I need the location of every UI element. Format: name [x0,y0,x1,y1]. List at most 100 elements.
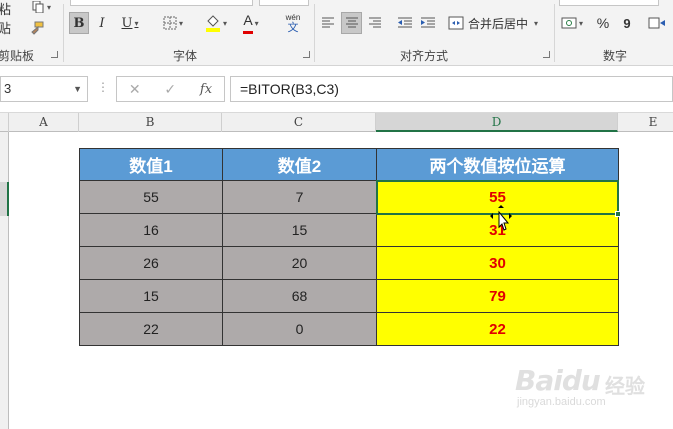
merge-center-button[interactable]: 合并后居中 ▾ [448,12,548,34]
cell-value1[interactable]: 22 [79,312,223,346]
formula-input[interactable]: =BITOR(B3,C3) [230,76,673,102]
group-divider [63,4,64,62]
cell-result[interactable]: 79 [376,279,619,313]
increase-decimal-icon [648,17,665,29]
decrease-indent-button[interactable] [395,12,415,34]
watermark-sub: 经验 [605,376,645,398]
copy-button[interactable]: ▾ [26,0,56,14]
name-box[interactable]: 3 ▼ [0,76,88,102]
clipboard-dialog-launcher-icon[interactable] [51,51,58,58]
clipboard-group-label: 剪贴板 [0,49,35,63]
cell-value2[interactable]: 0 [222,312,377,346]
cell-value1[interactable]: 15 [79,279,223,313]
bold-button[interactable]: B [69,12,89,34]
table-row: 22 0 22 [79,312,619,346]
copy-caret-icon: ▾ [46,2,51,12]
column-header-e[interactable]: E [618,113,673,132]
decrease-indent-icon [398,17,412,28]
accounting-caret-icon: ▾ [578,18,583,28]
cell-value1[interactable]: 26 [79,246,223,280]
format-painter-button[interactable] [26,20,48,38]
cell-result[interactable]: 22 [376,312,619,346]
underline-label: U [121,15,133,31]
comma-style-button[interactable]: 9 [620,12,634,34]
active-row-header[interactable] [0,182,9,216]
name-box-value: 3 [4,81,12,96]
borders-button[interactable]: ▾ [157,12,189,34]
formula-bar-buttons: ✕ ✓ fx [116,76,225,102]
fill-color-caret-icon: ▾ [222,18,227,28]
row-headers[interactable] [0,132,9,429]
group-divider [554,4,555,62]
align-right-icon [369,17,381,28]
comma-label: 9 [623,15,631,31]
formula-bar-splitter-icon[interactable]: ⋮ [97,80,109,94]
insert-function-icon[interactable]: fx [200,82,212,97]
number-format-select[interactable] [559,0,659,6]
number-group-label: 数字 [603,49,628,63]
alignment-group-label: 对齐方式 [400,49,449,63]
underline-caret-icon: ▾ [134,18,139,28]
data-table: 数值1 数值2 两个数值按位运算 55 7 55 16 15 31 26 20 … [79,148,619,346]
column-header-a[interactable]: A [9,113,79,132]
underline-button[interactable]: U ▾ [115,12,145,34]
move-cursor-icon [490,205,512,231]
borders-caret-icon: ▾ [178,18,183,28]
alignment-dialog-launcher-icon[interactable] [543,51,550,58]
font-name-select[interactable] [70,0,253,6]
increase-decimal-button[interactable] [644,12,670,34]
bold-label: B [73,15,85,31]
cell-result[interactable]: 30 [376,246,619,280]
cell-value2[interactable]: 7 [222,180,377,214]
paste-button[interactable]: 粘贴 [0,2,18,36]
header-value1[interactable]: 数值1 [79,148,223,181]
align-center-button[interactable] [341,12,362,34]
borders-icon [163,16,177,30]
column-header-c[interactable]: C [222,113,376,132]
font-color-icon: A [243,13,253,34]
font-dialog-launcher-icon[interactable] [303,51,310,58]
select-all-corner[interactable] [0,113,9,132]
table-header-row: 数值1 数值2 两个数值按位运算 [79,148,619,181]
percent-style-button[interactable]: % [594,12,612,34]
column-header-d[interactable]: D [376,113,618,132]
increase-indent-button[interactable] [418,12,438,34]
cell-value1[interactable]: 16 [79,213,223,247]
enter-check-icon[interactable]: ✓ [164,81,176,98]
column-header-b[interactable]: B [79,113,222,132]
cancel-icon[interactable]: ✕ [129,81,141,98]
table-row: 16 15 31 [79,213,619,247]
format-painter-icon [31,21,44,35]
merge-cells-icon [448,16,464,30]
watermark-brand: Baidu [515,364,601,397]
phonetic-guide-button[interactable]: wén 文 [277,12,309,34]
accounting-format-button[interactable]: ▾ [558,12,586,34]
italic-label: I [99,15,105,31]
align-right-button[interactable] [365,12,385,34]
font-size-select[interactable] [259,0,309,6]
align-center-icon [345,17,358,28]
ribbon: 粘贴 ▾ 剪贴板 B I U ▾ ▾ ▾ A ▾ wén 文 字体 合并后居中 … [0,0,673,66]
paste-label: 粘贴 [0,2,12,36]
watermark: Baidu 经验 jingyan.baidu.com [515,360,665,415]
font-group-label: 字体 [173,49,198,63]
fill-bucket-icon [205,15,220,32]
italic-button[interactable]: I [92,12,112,34]
cell-value2[interactable]: 68 [222,279,377,313]
cell-value1[interactable]: 55 [79,180,223,214]
header-value2[interactable]: 数值2 [222,148,377,181]
cell-value2[interactable]: 20 [222,246,377,280]
cell-value2[interactable]: 15 [222,213,377,247]
fill-handle[interactable] [615,211,621,217]
formula-text: =BITOR(B3,C3) [240,81,339,97]
column-headers: A B C D E [0,112,673,132]
font-color-button[interactable]: A ▾ [235,12,267,34]
fill-color-button[interactable]: ▾ [199,12,233,34]
align-left-icon [322,17,334,28]
percent-label: % [596,15,610,31]
watermark-url: jingyan.baidu.com [517,396,606,408]
copy-icon [32,1,44,13]
font-color-caret-icon: ▾ [254,18,259,28]
header-bitor-result[interactable]: 两个数值按位运算 [376,148,619,181]
align-left-button[interactable] [318,12,338,34]
